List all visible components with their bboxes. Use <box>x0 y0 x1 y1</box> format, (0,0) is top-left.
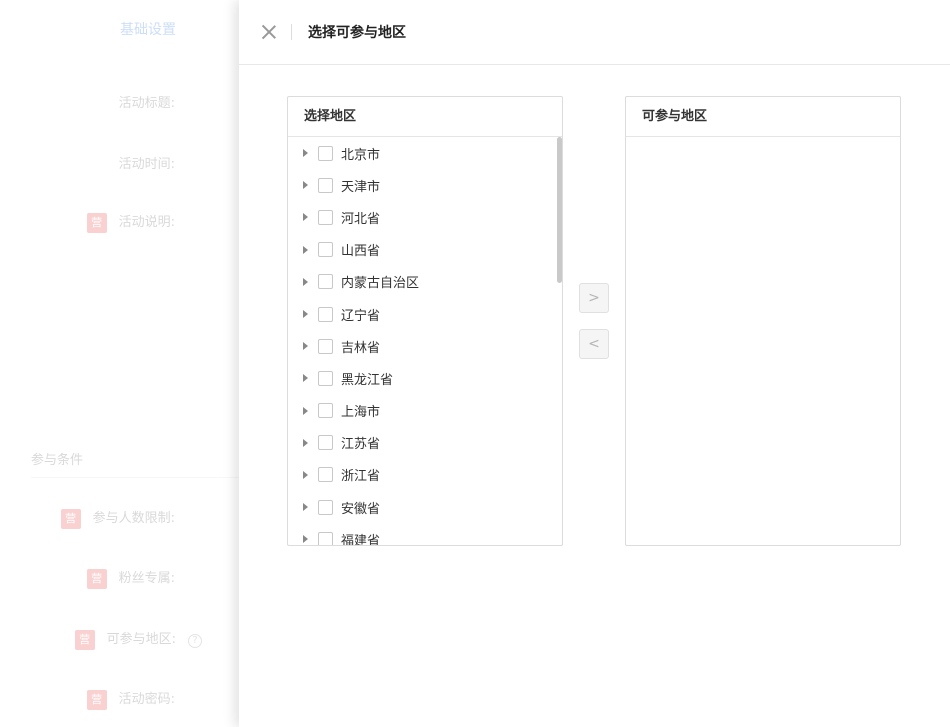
tree-item[interactable]: 内蒙古自治区 <box>288 266 562 298</box>
condition-participant-limit: 营参与人数限制: <box>0 507 175 529</box>
basic-settings-link[interactable]: 基础设置 <box>120 19 176 39</box>
caret-right-icon[interactable] <box>303 245 308 254</box>
form-field-title: 活动标题: <box>0 92 175 111</box>
marketing-tag: 营 <box>60 508 81 529</box>
condition-regions: 营可参与地区:? <box>0 628 202 650</box>
header-divider <box>291 24 292 40</box>
region-label: 山西省 <box>341 244 381 260</box>
region-label: 辽宁省 <box>341 308 381 324</box>
tree-item[interactable]: 浙江省 <box>288 459 562 491</box>
region-label: 安徽省 <box>341 501 381 517</box>
region-checkbox[interactable] <box>318 242 333 258</box>
region-label: 北京市 <box>341 147 381 163</box>
target-region-list <box>626 137 900 545</box>
region-checkbox[interactable] <box>318 467 333 483</box>
region-checkbox[interactable] <box>318 145 333 161</box>
move-left-button[interactable]: < <box>579 329 609 359</box>
caret-right-icon[interactable] <box>303 503 308 512</box>
tree-item[interactable]: 山西省 <box>288 234 562 266</box>
form-field-description: 营活动说明: <box>0 211 175 233</box>
tree-item[interactable]: 辽宁省 <box>288 298 562 330</box>
region-checkbox[interactable] <box>318 306 333 322</box>
region-checkbox[interactable] <box>318 499 333 515</box>
region-label: 黑龙江省 <box>341 372 394 388</box>
region-checkbox[interactable] <box>318 370 333 386</box>
region-label: 吉林省 <box>341 340 381 356</box>
divider <box>31 477 240 478</box>
drawer-title: 选择可参与地区 <box>308 25 406 41</box>
source-region-panel: 选择地区 北京市天津市河北省山西省内蒙古自治区 辽宁省吉林省黑龙江省上海市江苏省浙… <box>287 96 563 546</box>
region-label: 福建省 <box>341 533 381 545</box>
tree-item[interactable]: 安徽省 <box>288 491 562 523</box>
region-label: 河北省 <box>341 211 381 227</box>
scrollbar-thumb[interactable] <box>557 137 562 283</box>
field-label: 活动密码: <box>118 692 175 707</box>
field-label: 活动时间: <box>118 157 175 172</box>
condition-fans-only: 营粉丝专属: <box>0 567 175 589</box>
tree-item[interactable]: 福建省 <box>288 523 562 545</box>
move-right-button[interactable]: > <box>579 283 609 313</box>
participation-conditions-title: 参与条件 <box>31 453 84 468</box>
region-checkbox[interactable] <box>318 403 333 419</box>
target-region-panel: 可参与地区 <box>625 96 901 546</box>
region-checkbox[interactable] <box>318 531 333 545</box>
field-label: 活动说明: <box>118 215 175 230</box>
tree-item[interactable]: 北京市 <box>288 137 562 169</box>
region-checkbox[interactable] <box>318 338 333 354</box>
region-label: 江苏省 <box>341 437 381 453</box>
tree-item[interactable]: 江苏省 <box>288 427 562 459</box>
field-label: 活动标题: <box>118 96 175 111</box>
tree-item[interactable]: 河北省 <box>288 201 562 233</box>
region-checkbox[interactable] <box>318 209 333 225</box>
field-label: 参与人数限制: <box>92 511 175 526</box>
caret-right-icon[interactable] <box>303 149 308 158</box>
region-checkbox[interactable] <box>318 177 333 193</box>
caret-right-icon[interactable] <box>303 213 308 222</box>
condition-password: 营活动密码: <box>0 688 175 710</box>
caret-right-icon[interactable] <box>303 406 308 415</box>
region-select-drawer: 选择可参与地区 选择地区 北京市天津市河北省山西省内蒙古自治区 辽宁省吉林省黑龙江… <box>239 0 950 727</box>
region-label: 天津市 <box>341 179 381 195</box>
region-checkbox[interactable] <box>318 435 333 451</box>
marketing-tag: 营 <box>86 568 107 589</box>
help-icon[interactable]: ? <box>188 634 202 648</box>
tree-item[interactable]: 天津市 <box>288 169 562 201</box>
drawer-header: 选择可参与地区 <box>239 0 950 65</box>
marketing-tag: 营 <box>86 212 107 233</box>
region-label: 内蒙古自治区 <box>341 276 420 292</box>
close-icon[interactable] <box>261 24 277 40</box>
caret-right-icon[interactable] <box>303 342 308 351</box>
field-label: 粉丝专属: <box>118 571 175 586</box>
marketing-tag: 营 <box>86 689 107 710</box>
caret-right-icon[interactable] <box>303 310 308 319</box>
caret-right-icon[interactable] <box>303 438 308 447</box>
region-label: 上海市 <box>341 405 381 421</box>
caret-right-icon[interactable] <box>303 277 308 286</box>
marketing-tag: 营 <box>74 629 95 650</box>
source-panel-title: 选择地区 <box>288 97 562 137</box>
caret-right-icon[interactable] <box>303 181 308 190</box>
region-label: 浙江省 <box>341 469 381 485</box>
region-checkbox[interactable] <box>318 274 333 290</box>
tree-item[interactable]: 黑龙江省 <box>288 362 562 394</box>
background-form: 基础设置 活动标题: 活动时间: 营活动说明: 参与条件 营参与人数限制: 营粉… <box>0 0 240 727</box>
tree-item[interactable]: 上海市 <box>288 395 562 427</box>
tree-item[interactable]: 吉林省 <box>288 330 562 362</box>
caret-right-icon[interactable] <box>303 535 308 544</box>
field-label: 可参与地区: <box>106 632 176 647</box>
target-panel-title: 可参与地区 <box>626 97 900 137</box>
caret-right-icon[interactable] <box>303 470 308 479</box>
caret-right-icon[interactable] <box>303 374 308 383</box>
form-field-time: 活动时间: <box>0 153 175 172</box>
region-tree[interactable]: 北京市天津市河北省山西省内蒙古自治区 辽宁省吉林省黑龙江省上海市江苏省浙江省安徽省… <box>288 137 562 545</box>
